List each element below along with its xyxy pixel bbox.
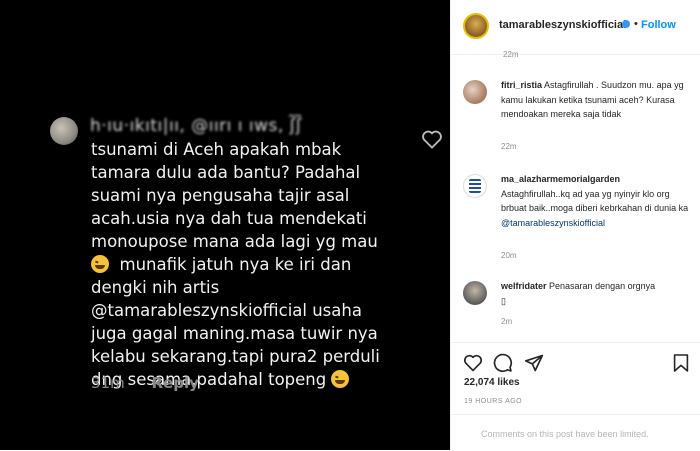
instagram-post-view: h·ıu·ıkıtı|ıı, @ıırı ı ıws, ʃ̃ʃ̃ tsunami…: [0, 0, 700, 450]
verified-badge-icon: [622, 20, 630, 28]
comment-line: suami nya pengusaha tajir asal: [91, 186, 350, 205]
comment-line: munafik jatuh nya ke iri dan: [119, 255, 352, 274]
previous-comment-time: 22m: [503, 50, 519, 59]
comment-body: fitri_ristia Astagfirullah . Suudzon mu.…: [501, 78, 691, 122]
separator-dot: •: [634, 18, 638, 30]
comment-line: @tamarableszynskiofficial usaha: [91, 301, 362, 320]
comment-line: dengki nih artis: [91, 278, 220, 297]
unknown-glyph: ▯: [501, 295, 506, 306]
comment-time: 2m: [501, 317, 513, 326]
comment-time: 20m: [501, 251, 517, 260]
comment-meta: 31m Reply: [91, 374, 199, 392]
comment-text: Astaghfirullah..kq ad yaa yg nyinyir klo…: [501, 188, 689, 214]
post-header: tamarableszynskiofficial • Follow: [451, 0, 700, 55]
comment-body: welfridater Penasaran dengan orgnya ▯: [501, 279, 691, 308]
screenshot-comment-text: tsunami di Aceh apakah mbak tamara dulu …: [91, 138, 431, 391]
like-heart-icon[interactable]: [463, 353, 483, 372]
comments-limited-text: Comments on this post have been limited.: [481, 429, 649, 439]
comments-limited-notice: Comments on this post have been limited.: [451, 414, 700, 451]
comment-line: tamara dulu ada bantu? Padahal: [91, 163, 361, 182]
commenter-username-blurred: h·ıu·ıkıtı|ıı, @ıırı ı ıws, ʃ̃ʃ̃: [90, 116, 303, 136]
laughing-emoji-icon: [331, 370, 350, 388]
commenter-avatar: [50, 117, 78, 145]
post-sidebar: tamarableszynskiofficial • Follow 22m fi…: [450, 0, 700, 450]
comment-line: juga gagal maning.masa tuwir nya: [91, 324, 378, 343]
author-avatar[interactable]: [463, 13, 489, 39]
comment-username[interactable]: welfridater: [501, 281, 547, 291]
comment-time: 31m: [91, 374, 125, 392]
post-image[interactable]: h·ıu·ıkıtı|ıı, @ıırı ı ıws, ʃ̃ʃ̃ tsunami…: [0, 0, 450, 450]
likes-count[interactable]: 22,074 likes: [464, 377, 520, 388]
comment-username[interactable]: ma_alazharmemorialgarden: [501, 174, 620, 184]
comment-line: acah.usia nya dah tua mendekati: [91, 209, 367, 228]
comment-time: 22m: [501, 142, 517, 151]
commenter-avatar[interactable]: [463, 80, 487, 104]
comment-line: monoupose mana ada lagi yg mau: [91, 232, 378, 251]
commenter-avatar[interactable]: [463, 281, 487, 305]
comment-bubble-icon[interactable]: [493, 353, 513, 373]
follow-button[interactable]: Follow: [641, 19, 676, 31]
comment-line: tsunami di Aceh apakah mbak: [91, 140, 342, 159]
author-username[interactable]: tamarableszynskiofficial: [499, 19, 626, 31]
commenter-avatar[interactable]: [463, 174, 487, 198]
comment-line: kelabu sekarang.tapi pura2 perduli: [91, 347, 380, 366]
bookmark-icon[interactable]: [673, 353, 689, 373]
comment-text: Penasaran dengan orgnya: [549, 281, 656, 291]
mention-link[interactable]: @tamarableszynskiofficial: [501, 218, 605, 228]
post-timestamp: 19 HOURS AGO: [464, 398, 523, 405]
comment-username[interactable]: fitri_ristia: [501, 80, 542, 90]
reply-button[interactable]: Reply: [151, 374, 198, 392]
laughing-emoji-icon: [91, 255, 109, 273]
comment-body: ma_alazharmemorialgarden Astaghfirullah.…: [501, 172, 691, 230]
share-paper-plane-icon[interactable]: [524, 353, 544, 373]
